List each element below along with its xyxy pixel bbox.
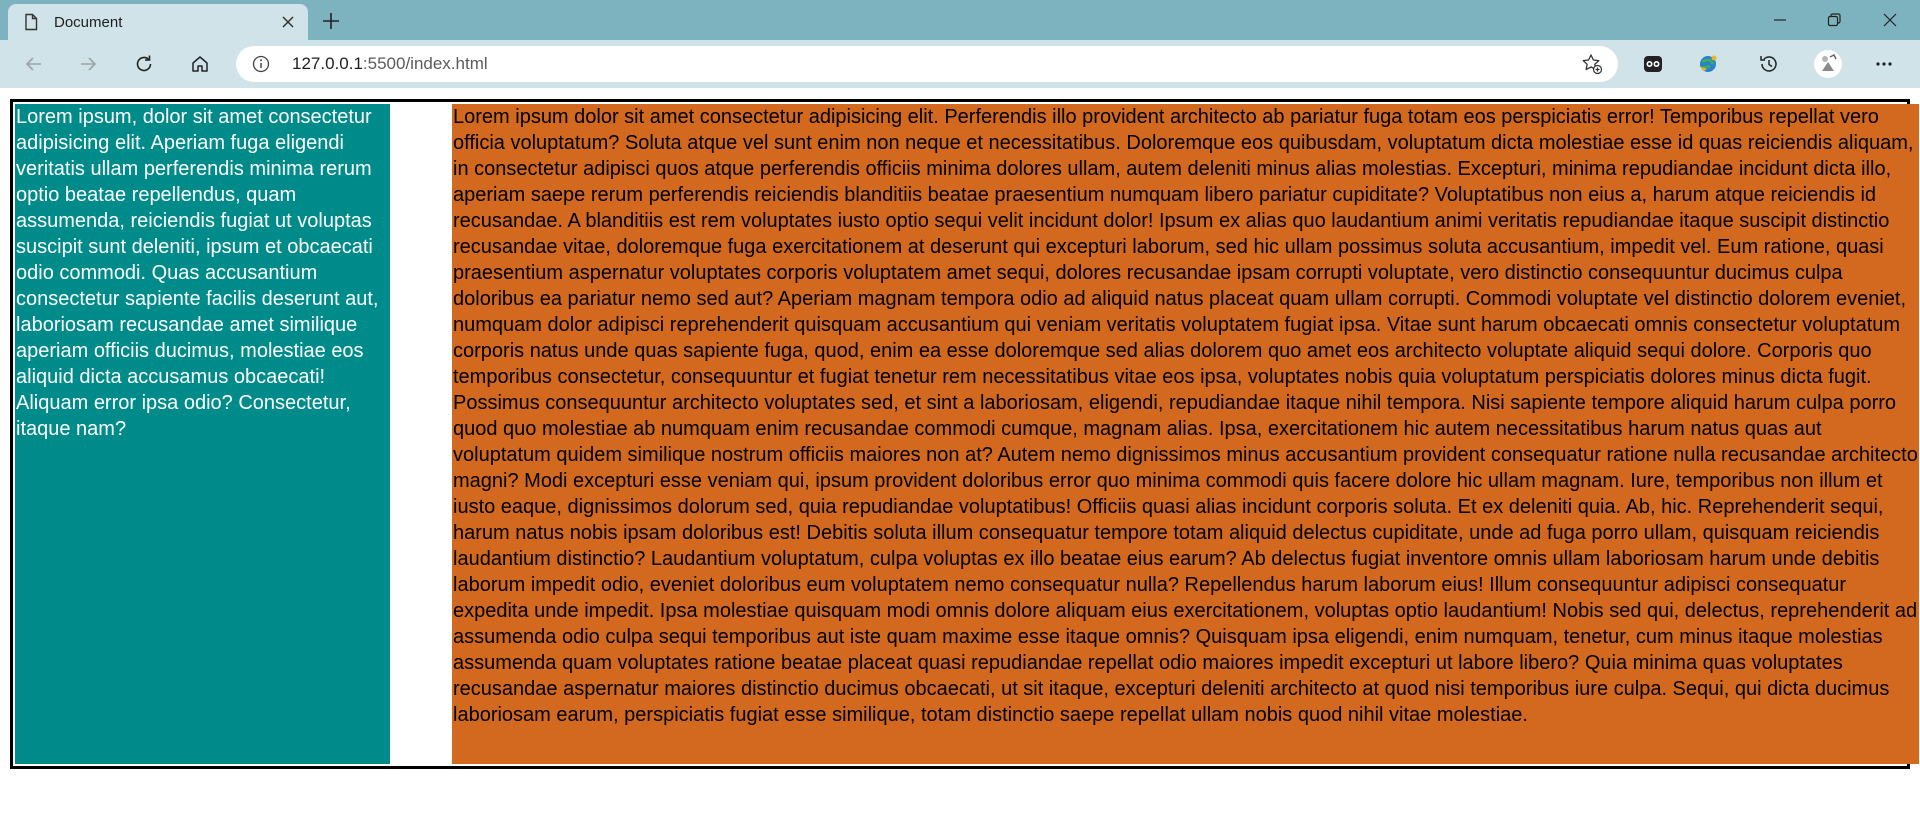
info-icon[interactable] [252,55,270,73]
forward-arrow-icon[interactable] [70,46,106,82]
main-text: Lorem ipsum dolor sit amet consectetur a… [453,106,1918,726]
url-host: 127.0.0.1 [292,54,363,73]
tab-title: Document [54,13,123,31]
sidebar-text: Lorem ipsum, dolor sit amet consectetur … [16,106,379,440]
tab-document[interactable]: Document [8,4,308,40]
main-panel: Lorem ipsum dolor sit amet consectetur a… [452,104,1919,764]
url-text[interactable]: 127.0.0.1:5500/index.html [292,54,1580,74]
minimize-icon[interactable] [1752,0,1808,40]
page-viewport: Lorem ipsum, dolor sit amet consectetur … [0,88,1920,832]
refresh-icon[interactable] [126,46,162,82]
star-plus-icon[interactable] [1580,52,1604,76]
home-icon[interactable] [182,46,218,82]
globe-extension-icon[interactable] [1692,48,1724,80]
address-bar[interactable]: 127.0.0.1:5500/index.html [236,46,1618,82]
layout-container: Lorem ipsum, dolor sit amet consectetur … [10,99,1919,769]
restore-icon[interactable] [1806,0,1862,40]
profile-avatar-icon[interactable] [1812,48,1844,80]
document-icon [22,13,40,31]
title-bar: Document [0,0,1920,40]
history-icon[interactable] [1753,48,1785,80]
plus-icon[interactable] [318,8,344,34]
close-icon[interactable] [278,12,298,32]
back-arrow-icon[interactable] [16,46,52,82]
browser-toolbar: 127.0.0.1:5500/index.html [0,40,1920,88]
more-dots-icon[interactable] [1868,48,1900,80]
url-path: :5500/index.html [362,54,488,73]
sidebar-panel: Lorem ipsum, dolor sit amet consectetur … [15,104,390,764]
close-window-icon[interactable] [1862,0,1918,40]
extension-icon[interactable] [1637,48,1669,80]
